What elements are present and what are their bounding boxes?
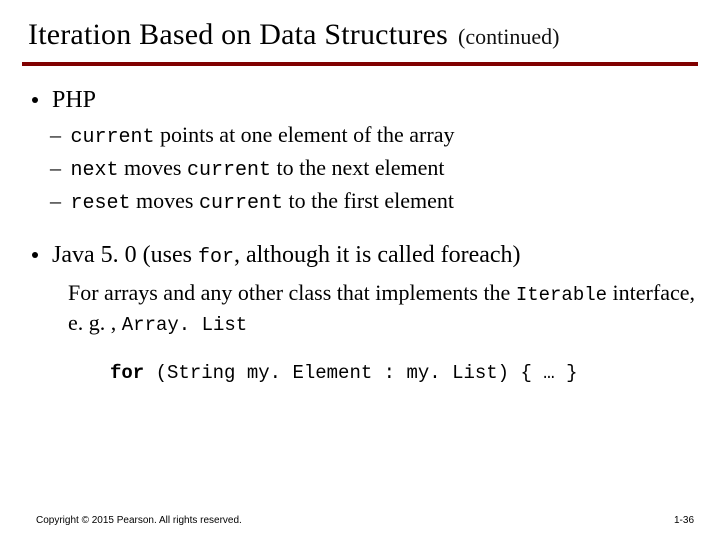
bullet-php: PHP (32, 84, 698, 116)
page-number: 1-36 (674, 515, 694, 526)
java-lead: Java 5. 0 (uses (52, 242, 198, 268)
slide-title: Iteration Based on Data Structures (28, 18, 448, 52)
title-divider (22, 62, 698, 66)
java-description: For arrays and any other class that impl… (68, 278, 698, 339)
bullet-dot-icon (32, 252, 38, 258)
php-item-2: – reset moves current to the first eleme… (50, 186, 698, 217)
code-current: current (71, 126, 155, 149)
dash: – (50, 122, 67, 147)
java-tail: , although it is called foreach) (234, 242, 521, 268)
code-current-3: current (199, 192, 283, 215)
dash: – (50, 155, 67, 180)
php-heading: PHP (52, 84, 96, 116)
php-item-1: – next moves current to the next element (50, 153, 698, 184)
copyright-text: Copyright © 2015 Pearson. All rights res… (36, 515, 242, 526)
code-for: for (198, 246, 234, 269)
php-item-2-text2: to the first element (283, 188, 454, 213)
title-row: Iteration Based on Data Structures (cont… (22, 18, 698, 52)
java-heading: Java 5. 0 (uses for, although it is call… (52, 239, 521, 271)
slide-content: PHP – current points at one element of t… (22, 84, 698, 387)
code-iterable: Iterable (516, 284, 607, 306)
slide-footer: Copyright © 2015 Pearson. All rights res… (36, 515, 694, 526)
dash: – (50, 188, 67, 213)
php-item-1-text1: moves (119, 155, 187, 180)
php-item-1-text2: to the next element (271, 155, 445, 180)
bullet-java: Java 5. 0 (uses for, although it is call… (32, 239, 698, 271)
java-code-example: for (String my. Element : my. List) { … … (110, 361, 698, 387)
php-sublist: – current points at one element of the a… (50, 120, 698, 217)
code-current-2: current (187, 159, 271, 182)
code-keyword-for: for (110, 362, 144, 384)
slide-subtitle: (continued) (458, 24, 559, 50)
bullet-dot-icon (32, 97, 38, 103)
code-next: next (71, 159, 119, 182)
php-item-2-text1: moves (131, 188, 199, 213)
php-item-0-text: points at one element of the array (155, 122, 455, 147)
code-rest: (String my. Element : my. List) { … } (144, 362, 577, 384)
code-reset: reset (71, 192, 131, 215)
java-desc1: For arrays and any other class that impl… (68, 280, 516, 305)
code-arraylist: Array. List (122, 314, 247, 336)
php-item-0: – current points at one element of the a… (50, 120, 698, 151)
